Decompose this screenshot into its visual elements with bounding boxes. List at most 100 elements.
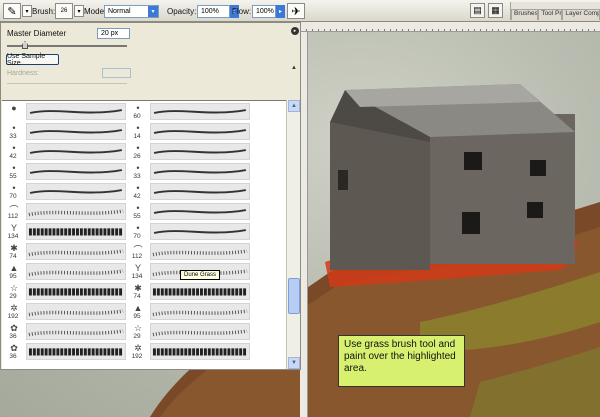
brush-preset-picker[interactable]: 26 ▾ xyxy=(55,0,84,22)
mode-value: Normal xyxy=(108,7,131,15)
brush-preset[interactable]: ✲ 192 xyxy=(126,343,256,361)
panel-menu-icon[interactable]: ▸ xyxy=(291,27,299,35)
opacity-field[interactable]: 100% xyxy=(197,4,230,18)
flow-slider-button[interactable]: ▸ xyxy=(276,4,285,18)
brush-tip-icon: • xyxy=(12,163,16,173)
horizontal-ruler[interactable] xyxy=(300,22,600,32)
brush-tip-icon: Y xyxy=(10,223,17,233)
brush-preset[interactable]: ⌒ 112 xyxy=(126,243,256,261)
brush-preset[interactable]: • 55 xyxy=(126,203,256,221)
tab-brushes[interactable]: Brushes xyxy=(511,9,539,20)
stroke-preview xyxy=(150,223,250,240)
preset-list-scrollbar[interactable]: ▲ ▼ xyxy=(286,100,300,369)
use-sample-size-button[interactable]: Use Sample Size xyxy=(6,53,59,67)
mode-label: Mode: xyxy=(84,6,107,16)
brush-tip-icon: ▲ xyxy=(9,263,19,273)
brush-preset[interactable]: ✱ 74 xyxy=(2,243,132,261)
brush-size-label: 70 xyxy=(9,193,17,200)
master-diameter-slider[interactable] xyxy=(7,41,127,49)
brush-preset[interactable]: • 33 xyxy=(126,163,256,181)
brush-preset[interactable]: ⌒ 112 xyxy=(2,203,132,221)
stroke-preview xyxy=(26,123,126,140)
stroke-preview xyxy=(150,203,250,220)
brush-tip-icon: ☆ xyxy=(9,283,19,293)
flow-label: Flow: xyxy=(232,6,252,16)
brush-preset[interactable]: ✿ 36 xyxy=(2,343,132,361)
mode-select[interactable]: Normal ▾ xyxy=(104,4,159,18)
brush-preset[interactable]: • 42 xyxy=(126,183,256,201)
brush-preset[interactable]: ☆ 29 xyxy=(2,283,132,301)
brush-size-label: 74 xyxy=(9,253,17,260)
hardness-input xyxy=(102,68,131,78)
brush-tip-icon: Y xyxy=(134,263,141,273)
brush-preset[interactable]: • 70 xyxy=(2,183,132,201)
palette-toggle-icon[interactable]: ▦ xyxy=(488,3,503,18)
stroke-preview xyxy=(150,163,250,180)
stroke-preview xyxy=(26,103,126,120)
opacity-label: Opacity: xyxy=(167,6,197,16)
brush-size-label: 36 xyxy=(9,353,17,360)
brush-tip-icon: ⌒ xyxy=(9,205,19,215)
brush-tip-icon: ✱ xyxy=(134,283,142,293)
brush-preset[interactable]: ☆ 29 xyxy=(126,323,256,341)
scroll-up-icon[interactable]: ▲ xyxy=(288,100,300,112)
brush-preset[interactable]: Y 134 xyxy=(2,223,132,241)
brush-preset[interactable]: • 33 xyxy=(2,123,132,141)
stroke-preview xyxy=(150,143,250,160)
tab-layer-comps[interactable]: Layer Comp xyxy=(562,9,600,20)
chevron-down-icon: ▾ xyxy=(22,5,32,17)
brush-preset[interactable]: ✿ 36 xyxy=(2,323,132,341)
brush-tip-icon: • xyxy=(136,163,140,173)
airbrush-icon[interactable]: ✈ xyxy=(287,3,305,19)
brush-tip-icon: • xyxy=(136,223,140,233)
scrollbar-thumb[interactable] xyxy=(288,278,300,314)
stroke-preview xyxy=(26,163,126,180)
stroke-preview xyxy=(26,203,126,220)
stroke-preview xyxy=(150,343,250,360)
brush-tip-icon: • xyxy=(12,143,16,153)
brush-tip-icon: ▲ xyxy=(133,303,143,313)
file-browser-icon[interactable]: ▤ xyxy=(470,3,485,18)
brush-size-value: 26 xyxy=(60,7,68,14)
brush-preset[interactable]: • 26 xyxy=(126,143,256,161)
brush-tip-icon: • xyxy=(136,203,140,213)
tab-tool-presets[interactable]: Tool Pr xyxy=(538,9,563,20)
brush-tip-icon: • xyxy=(12,183,16,193)
brush-preset[interactable]: • 55 xyxy=(2,163,132,181)
flow-field[interactable]: 100% xyxy=(252,4,276,18)
opacity-value: 100% xyxy=(201,7,219,15)
brush-preset[interactable]: ● xyxy=(2,103,132,121)
brush-preset[interactable]: • 42 xyxy=(2,143,132,161)
options-bar: ✎ ▾ Brush: 26 ▾ Mode: Normal ▾ Opacity: … xyxy=(0,0,600,22)
brush-preset[interactable]: ✱ 74 xyxy=(126,283,256,301)
flow-value: 100% xyxy=(256,7,274,15)
brush-tip-icon: ✿ xyxy=(10,323,18,333)
chevron-down-icon: ▾ xyxy=(148,5,158,17)
master-diameter-label: Master Diameter xyxy=(7,29,67,38)
stroke-preview xyxy=(26,243,126,260)
collapse-arrow-icon[interactable]: ▲ xyxy=(291,65,299,73)
master-diameter-input[interactable]: 20 px xyxy=(97,28,130,39)
stroke-preview xyxy=(150,243,250,260)
brush-size-label: 29 xyxy=(133,333,141,340)
brush-preset[interactable]: • 60 xyxy=(126,103,256,121)
brush-preset[interactable]: ✲ 192 xyxy=(2,303,132,321)
stroke-preview xyxy=(26,223,126,240)
stroke-preview xyxy=(26,323,126,340)
brush-preset[interactable]: ▲ 95 xyxy=(126,303,256,321)
slider-thumb[interactable] xyxy=(22,41,28,49)
hardness-slider xyxy=(7,83,127,84)
brush-tip-icon: ✲ xyxy=(10,303,18,313)
stroke-preview xyxy=(150,123,250,140)
brushes-panel: Master Diameter 20 px ▸ Use Sample Size … xyxy=(0,22,301,370)
brush-preset[interactable]: • 70 xyxy=(126,223,256,241)
scroll-down-icon[interactable]: ▼ xyxy=(288,357,300,369)
stroke-preview xyxy=(150,183,250,200)
brush-preset[interactable]: ▲ 95 xyxy=(2,263,132,281)
brush-tip-icon: • xyxy=(136,103,140,113)
brush-preset[interactable]: • 14 xyxy=(126,123,256,141)
stroke-preview xyxy=(26,183,126,200)
tool-preset-picker[interactable]: ✎ ▾ xyxy=(3,0,32,22)
vertical-ruler[interactable] xyxy=(300,32,308,417)
stroke-preview xyxy=(26,343,126,360)
